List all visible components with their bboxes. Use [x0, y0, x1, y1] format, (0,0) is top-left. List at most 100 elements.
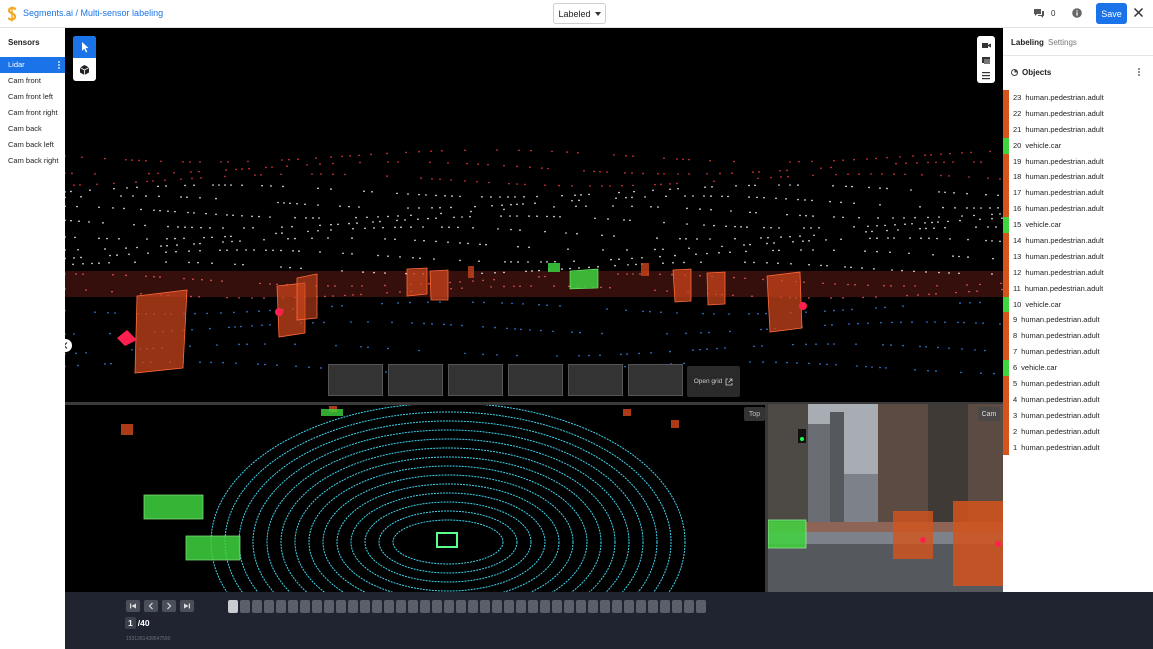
- frame-cell[interactable]: [228, 600, 238, 613]
- object-row[interactable]: 14 human.pedestrian.adult: [1003, 233, 1153, 249]
- object-row[interactable]: 13 human.pedestrian.adult: [1003, 248, 1153, 265]
- cuboid-pedestrian[interactable]: [672, 268, 692, 303]
- cuboid-pedestrian[interactable]: [641, 263, 649, 276]
- breadcrumb-org-link[interactable]: Segments.ai: [23, 8, 73, 18]
- object-row[interactable]: 23 human.pedestrian.adult: [1003, 90, 1153, 106]
- frame-cell[interactable]: [588, 600, 598, 613]
- camera-thumbnail[interactable]: [328, 364, 383, 396]
- camera-thumbnail[interactable]: [568, 364, 623, 396]
- frame-cell[interactable]: [360, 600, 370, 613]
- cuboid-tool-button[interactable]: [73, 59, 96, 81]
- frame-cell[interactable]: [528, 600, 538, 613]
- collapse-sidebar-button[interactable]: [65, 339, 72, 352]
- object-row[interactable]: 1 human.pedestrian.adult: [1003, 439, 1153, 456]
- top-view[interactable]: [121, 402, 686, 592]
- cuboid-pedestrian[interactable]: [766, 271, 803, 333]
- camera-view-button[interactable]: [977, 38, 995, 53]
- close-icon[interactable]: [1133, 7, 1144, 18]
- frame-cell[interactable]: [672, 600, 682, 613]
- camera-thumbnail[interactable]: [508, 364, 563, 396]
- list-view-button[interactable]: [977, 68, 995, 83]
- frame-cell[interactable]: [384, 600, 394, 613]
- save-button[interactable]: Save: [1096, 3, 1127, 24]
- cuboid-car[interactable]: [548, 263, 560, 272]
- label-status-select[interactable]: Labeled: [553, 3, 606, 24]
- object-row[interactable]: 18 human.pedestrian.adult: [1003, 169, 1153, 186]
- frame-cell[interactable]: [684, 600, 694, 613]
- top-cuboid-car[interactable]: [321, 409, 343, 416]
- top-cuboid-pedestrian[interactable]: [671, 420, 679, 428]
- object-row[interactable]: 2 human.pedestrian.adult: [1003, 423, 1153, 440]
- frame-cell[interactable]: [252, 600, 262, 613]
- more-vertical-icon[interactable]: [1138, 68, 1140, 76]
- frame-cell[interactable]: [552, 600, 562, 613]
- object-row[interactable]: 8 human.pedestrian.adult: [1003, 328, 1153, 345]
- tab-labeling[interactable]: Labeling: [1011, 38, 1044, 47]
- top-cuboid-car[interactable]: [143, 494, 204, 520]
- object-row[interactable]: 20 vehicle.car: [1003, 137, 1153, 154]
- frame-cell[interactable]: [324, 600, 334, 613]
- frame-cell[interactable]: [516, 600, 526, 613]
- frame-cell[interactable]: [612, 600, 622, 613]
- frame-cell[interactable]: [600, 600, 610, 613]
- sensor-item-cam-back[interactable]: Cam back: [0, 121, 65, 137]
- frame-cell[interactable]: [540, 600, 550, 613]
- select-tool-button[interactable]: [73, 36, 96, 58]
- frame-cell[interactable]: [240, 600, 250, 613]
- info-icon[interactable]: [1072, 8, 1082, 18]
- object-row[interactable]: 22 human.pedestrian.adult: [1003, 105, 1153, 122]
- comments-button[interactable]: 0: [1033, 8, 1055, 18]
- object-row[interactable]: 16 human.pedestrian.adult: [1003, 201, 1153, 218]
- top-cuboid-pedestrian[interactable]: [623, 409, 631, 416]
- frame-cell[interactable]: [348, 600, 358, 613]
- object-row[interactable]: 4 human.pedestrian.adult: [1003, 391, 1153, 408]
- frame-cell[interactable]: [408, 600, 418, 613]
- more-vertical-icon[interactable]: [58, 61, 60, 69]
- camera-thumbnail[interactable]: [388, 364, 443, 396]
- previous-frame-button[interactable]: [144, 600, 158, 612]
- cuboid-pedestrian[interactable]: [706, 271, 726, 306]
- first-frame-button[interactable]: [126, 600, 140, 612]
- camera-view[interactable]: [768, 404, 1003, 592]
- frame-cell[interactable]: [504, 600, 514, 613]
- next-frame-button[interactable]: [162, 600, 176, 612]
- frame-cell[interactable]: [420, 600, 430, 613]
- frame-cell[interactable]: [264, 600, 274, 613]
- frame-cell[interactable]: [576, 600, 586, 613]
- frame-cell[interactable]: [456, 600, 466, 613]
- sensor-item-lidar[interactable]: Lidar: [0, 57, 65, 73]
- frame-cell[interactable]: [696, 600, 706, 613]
- top-cuboid-pedestrian[interactable]: [121, 424, 133, 435]
- object-row[interactable]: 9 human.pedestrian.adult: [1003, 312, 1153, 329]
- object-row[interactable]: 19 human.pedestrian.adult: [1003, 153, 1153, 170]
- open-grid-button[interactable]: Open grid: [687, 366, 740, 397]
- segments-logo-icon[interactable]: [7, 6, 17, 22]
- frame-cell[interactable]: [564, 600, 574, 613]
- frame-cell[interactable]: [648, 600, 658, 613]
- frame-cell[interactable]: [660, 600, 670, 613]
- object-row[interactable]: 5 human.pedestrian.adult: [1003, 376, 1153, 392]
- breadcrumb-dataset-link[interactable]: Multi-sensor labeling: [81, 8, 164, 18]
- frame-cell[interactable]: [432, 600, 442, 613]
- sensor-item-cam-back-left[interactable]: Cam back left: [0, 137, 65, 153]
- current-frame-input[interactable]: 1: [125, 617, 136, 629]
- frame-cell[interactable]: [288, 600, 298, 613]
- last-frame-button[interactable]: [180, 600, 194, 612]
- object-row[interactable]: 12 human.pedestrian.adult: [1003, 264, 1153, 281]
- object-row[interactable]: 3 human.pedestrian.adult: [1003, 407, 1153, 424]
- object-row[interactable]: 21 human.pedestrian.adult: [1003, 121, 1153, 138]
- frame-cell[interactable]: [372, 600, 382, 613]
- object-row[interactable]: 11 human.pedestrian.adult: [1003, 280, 1153, 297]
- sensor-item-cam-front[interactable]: Cam front: [0, 73, 65, 89]
- cuboid-car[interactable]: [569, 268, 599, 290]
- cuboid-pedestrian[interactable]: [134, 289, 188, 374]
- frame-cell[interactable]: [624, 600, 634, 613]
- sensor-item-cam-front-right[interactable]: Cam front right: [0, 105, 65, 121]
- object-row[interactable]: 15 vehicle.car: [1003, 217, 1153, 234]
- cuboid-pedestrian[interactable]: [429, 269, 449, 301]
- camera-thumbnail[interactable]: [448, 364, 503, 396]
- frame-cell[interactable]: [396, 600, 406, 613]
- frame-cell[interactable]: [300, 600, 310, 613]
- frame-cell[interactable]: [636, 600, 646, 613]
- tab-settings[interactable]: Settings: [1048, 38, 1077, 47]
